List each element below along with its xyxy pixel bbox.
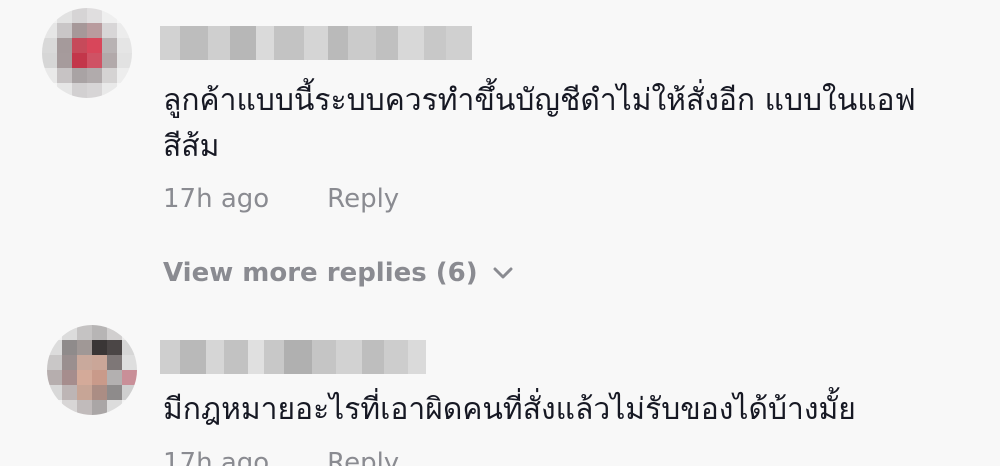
- comment-text: มีกฎหมายอะไรที่เอาผิดคนที่สั่งแล้วไม่รับ…: [163, 392, 856, 427]
- username-blurred[interactable]: [160, 340, 426, 374]
- comment-timestamp: 17h ago: [163, 448, 270, 466]
- comment-meta: 17h ago Reply: [163, 448, 399, 466]
- avatar[interactable]: [47, 325, 137, 415]
- comments-panel: ลูกค้าแบบนี้ระบบควรทำขึ้นบัญชีดำไม่ให้สั…: [0, 0, 1000, 466]
- comment-item: มีกฎหมายอะไรที่เอาผิดคนที่สั่งแล้วไม่รับ…: [0, 0, 1000, 466]
- reply-button[interactable]: Reply: [327, 448, 399, 466]
